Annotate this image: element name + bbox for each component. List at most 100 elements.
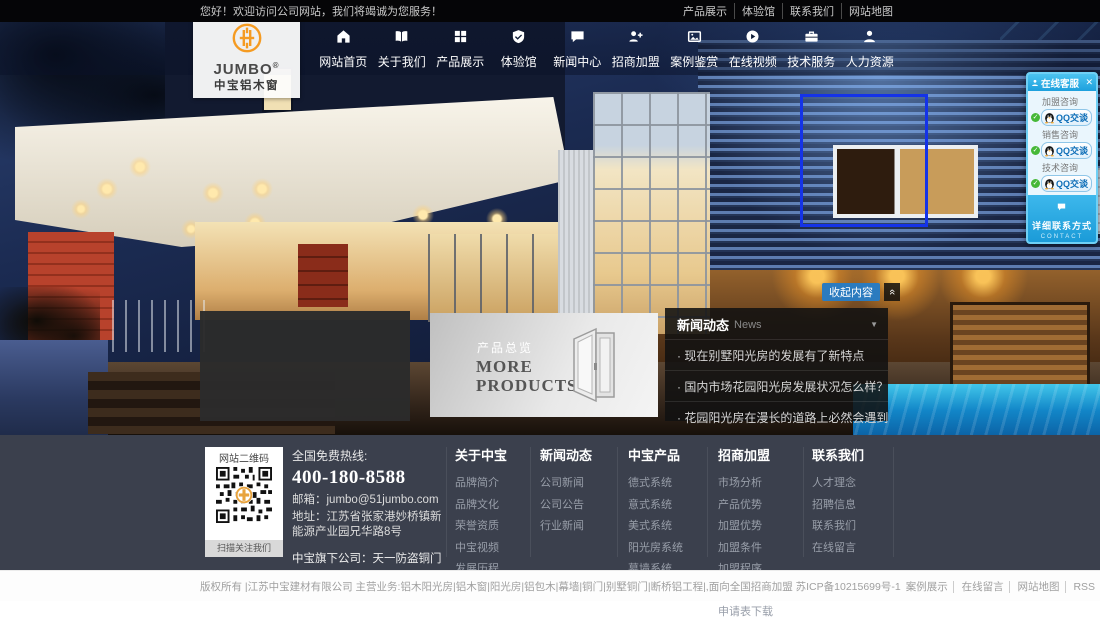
shield-icon — [511, 29, 526, 44]
footer-link[interactable]: 加盟条件 — [718, 539, 802, 555]
footer-link[interactable]: 品牌文化 — [455, 496, 539, 512]
footer-column-title: 联系我们 — [812, 445, 896, 464]
qq-penguin-icon — [1044, 145, 1055, 157]
news-item[interactable]: 国内市场花园阳光房发展状况怎么样？ — [665, 370, 888, 401]
more-products-card[interactable]: 产品总览 MOREPRODUCTS — [430, 313, 658, 417]
jumbo-emblem-icon — [231, 22, 263, 54]
qq-group-label: 销售咨询 — [1042, 128, 1093, 141]
footer-link[interactable]: 德式系统 — [628, 474, 712, 490]
news-title: 新闻动态 — [677, 315, 729, 334]
person-plus-icon — [628, 29, 643, 44]
footer-link[interactable]: 联系我们 — [812, 517, 896, 533]
qq-chat-label: QQ交谈 — [1056, 177, 1088, 190]
news-item[interactable]: 花园阳光房在漫长的道路上必然会遇到各种挑战 — [665, 401, 888, 432]
contact-address: 地址：江苏省张家港妙桥镇新能源产业园兄华路8号 — [292, 510, 450, 540]
book-icon — [394, 29, 409, 44]
footer-link[interactable]: 意式系统 — [628, 496, 712, 512]
footer-link[interactable]: 公司新闻 — [540, 474, 624, 490]
nav-item-home[interactable]: 网站首页 — [314, 29, 373, 70]
footer-link[interactable]: 公司公告 — [540, 496, 624, 512]
hero-pool — [853, 384, 1100, 435]
online-status-icon: ✓ — [1031, 113, 1040, 122]
footer-link[interactable]: 美式系统 — [628, 517, 712, 533]
online-service-panel: 在线客服 ✕ 加盟咨询 ✓ QQ交谈 销售咨询 ✓ QQ交谈 技术咨询 ✓ QQ… — [1026, 72, 1098, 244]
site-logo[interactable]: JUMBO® 中宝铝木窗 — [193, 18, 300, 98]
footer-link[interactable]: 在线留言 — [812, 539, 896, 555]
footer: 网站二维码 扫描关注我们 全国免费热线: 400-180-8588 邮箱：jum… — [0, 435, 1100, 570]
hero-railing — [112, 300, 210, 352]
footer-link[interactable]: 品牌简介 — [455, 474, 539, 490]
nav-item-tech[interactable]: 技术服务 — [782, 29, 841, 70]
speech-bubble-icon — [1057, 203, 1066, 211]
topbar-link-sitemap[interactable]: 网站地图 — [842, 3, 900, 19]
nav-item-news[interactable]: 新闻中心 — [548, 29, 607, 70]
online-service-body: 加盟咨询 ✓ QQ交谈 销售咨询 ✓ QQ交谈 技术咨询 ✓ QQ交谈 — [1028, 91, 1096, 195]
nav-item-label: 在线视频 — [724, 53, 783, 70]
qq-group-label: 技术咨询 — [1042, 161, 1093, 174]
contact-caption: CONTACT — [1028, 234, 1096, 240]
footer-link[interactable]: 阳光房系统 — [628, 539, 712, 555]
nav-item-label: 体验馆 — [490, 53, 549, 70]
nav-item-label: 技术服务 — [782, 53, 841, 70]
news-item[interactable]: 现在别墅阳光房的发展有了新特点 — [665, 339, 888, 370]
nav-item-video[interactable]: 在线视频 — [724, 29, 783, 70]
briefcase-icon — [804, 29, 819, 44]
topbar-link-experience[interactable]: 体验馆 — [735, 3, 783, 19]
qq-row: ✓ QQ交谈 — [1031, 109, 1093, 126]
qr-title: 网站二维码 — [205, 447, 283, 465]
news-panel-header: 新闻动态 News ▼ — [665, 308, 888, 339]
nav-item-cases[interactable]: 案例鉴赏 — [665, 29, 724, 70]
topbar-link-products[interactable]: 产品展示 — [676, 3, 735, 19]
footer-link[interactable]: 人才理念 — [812, 474, 896, 490]
nav-item-join[interactable]: 招商加盟 — [607, 29, 666, 70]
image-icon — [687, 29, 702, 44]
footer-divider — [446, 447, 447, 557]
footer-column-title: 中宝产品 — [628, 445, 712, 464]
hero-glass-tower — [593, 92, 710, 334]
nav-item-about[interactable]: 关于我们 — [373, 29, 432, 70]
qq-penguin-icon — [1044, 112, 1055, 124]
footer-column-title: 关于中宝 — [455, 445, 539, 464]
person-icon — [862, 29, 877, 44]
copyright-link-sitemap[interactable]: 网站地图 — [1013, 581, 1066, 593]
logo-subtitle: 中宝铝木窗 — [193, 77, 300, 93]
collapse-content-button[interactable]: 收起内容 — [822, 283, 880, 301]
nav-item-products[interactable]: 产品展示 — [431, 29, 490, 70]
hotline-label: 全国免费热线: — [292, 447, 450, 464]
copyright-link-message[interactable]: 在线留言 — [957, 581, 1010, 593]
qq-chat-button[interactable]: QQ交谈 — [1041, 175, 1092, 192]
footer-link[interactable]: 申请表下载 — [718, 603, 802, 619]
footer-link[interactable]: 荣誉资质 — [455, 517, 539, 533]
main-navbar: 网站首页 关于我们 产品展示 体验馆 新闻中心 招商加盟 案例鉴赏 在线视频 — [0, 22, 1100, 75]
footer-column-title: 新闻动态 — [540, 445, 624, 464]
footer-divider — [803, 447, 804, 557]
footer-link[interactable]: 产品优势 — [718, 496, 802, 512]
chevron-down-icon[interactable]: ▼ — [870, 320, 878, 329]
contact-details-button[interactable]: 详细联系方式 CONTACT — [1028, 195, 1096, 242]
nav-item-label: 人力资源 — [841, 53, 900, 70]
footer-link[interactable]: 中宝视频 — [455, 539, 539, 555]
topbar-link-contact[interactable]: 联系我们 — [783, 3, 842, 19]
nav-item-experience[interactable]: 体验馆 — [490, 29, 549, 70]
nav-item-label: 关于我们 — [373, 53, 432, 70]
copyright-links: 案例展示 在线留言 网站地图 RSS — [901, 579, 1100, 594]
qq-chat-button[interactable]: QQ交谈 — [1041, 109, 1092, 126]
top-utility-bar: 您好！欢迎访问公司网站，我们将竭诚为您服务！ 产品展示 体验馆 联系我们 网站地… — [0, 0, 1100, 22]
footer-link[interactable]: 加盟优势 — [718, 517, 802, 533]
close-icon[interactable]: ✕ — [1085, 78, 1093, 87]
window-product-icon — [570, 325, 620, 405]
hero-red-shelf — [298, 244, 348, 307]
grid-icon — [453, 29, 468, 44]
copyright-link-rss[interactable]: RSS — [1068, 581, 1100, 593]
qq-chat-button[interactable]: QQ交谈 — [1041, 142, 1092, 159]
collapse-arrows-icon[interactable]: « — [884, 283, 900, 301]
copyright-link-cases[interactable]: 案例展示 — [901, 581, 954, 593]
qr-code — [216, 467, 272, 523]
qr-card: 网站二维码 扫描关注我们 — [205, 447, 283, 557]
nav-item-hr[interactable]: 人力资源 — [841, 29, 900, 70]
footer-link[interactable]: 行业新闻 — [540, 517, 624, 533]
product-carousel-panel[interactable] — [200, 311, 410, 421]
footer-link[interactable]: 招聘信息 — [812, 496, 896, 512]
news-panel: 新闻动态 News ▼ 现在别墅阳光房的发展有了新特点 国内市场花园阳光房发展状… — [665, 308, 888, 421]
footer-link[interactable]: 市场分析 — [718, 474, 802, 490]
